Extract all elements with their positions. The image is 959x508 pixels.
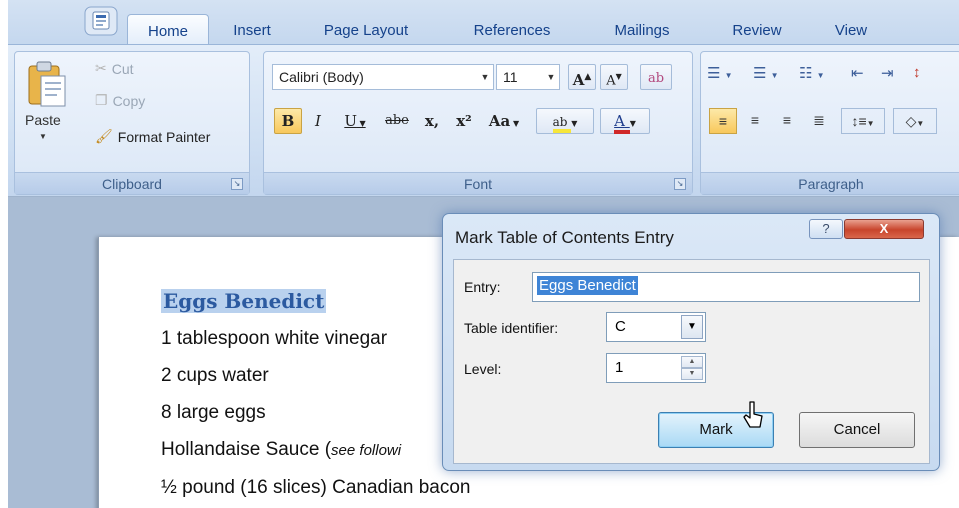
entry-value: Eggs Benedict — [537, 276, 638, 295]
cut-button[interactable]: ✂ Cut — [95, 60, 134, 77]
eraser-icon: ab — [647, 71, 665, 86]
chevron-down-icon: ▼ — [681, 315, 703, 339]
entry-input[interactable]: Eggs Benedict — [532, 272, 920, 302]
table-identifier-select[interactable]: C ▼ — [606, 312, 706, 342]
clipboard-group-label: Clipboard — [15, 172, 249, 194]
recipe-line[interactable]: 1 tablespoon white vinegar — [161, 328, 387, 350]
numbering-button[interactable]: ☰ ▼ — [753, 64, 797, 90]
help-button[interactable]: ? — [809, 219, 843, 239]
recipe-line-text: Hollandaise Sauce ( — [161, 439, 332, 460]
clipboard-icon — [28, 61, 66, 107]
copy-label: Copy — [112, 92, 146, 109]
level-label: Level: — [464, 361, 502, 377]
font-color-button[interactable]: A ▼ — [600, 108, 650, 134]
format-painter-label: Format Painter — [117, 128, 211, 145]
recipe-line[interactable]: 2 cups water — [161, 365, 269, 387]
paragraph-group-label: Paragraph — [701, 172, 959, 194]
font-color-icon: A — [614, 112, 630, 134]
entry-label: Entry: — [464, 279, 501, 295]
recipe-line[interactable]: ½ pound (16 slices) Canadian bacon — [161, 477, 470, 499]
tab-review[interactable]: Review — [723, 14, 791, 44]
spin-up-icon[interactable]: ▲ — [681, 356, 703, 368]
font-group: Calibri (Body) ▼ 11 ▼ A▲ A▼ ab B I U ▼ a… — [263, 51, 693, 195]
superscript-button[interactable]: x² — [450, 108, 478, 134]
scissors-icon: ✂ — [95, 60, 107, 76]
font-name-combo[interactable]: Calibri (Body) ▼ — [272, 64, 494, 90]
shading-button[interactable]: ◇▼ — [893, 108, 937, 134]
decrease-indent-button[interactable]: ⇤ — [851, 64, 877, 90]
table-identifier-label: Table identifier: — [464, 320, 559, 336]
chevron-down-icon: ▼ — [39, 132, 47, 141]
paintbrush-icon: 🖌 — [95, 128, 113, 144]
justify-button[interactable]: ≣ — [805, 108, 833, 134]
font-name-value: Calibri (Body) — [279, 69, 364, 85]
font-size-combo[interactable]: 11 ▼ — [496, 64, 560, 90]
heading-line: Eggs Benedict — [161, 289, 327, 314]
multilevel-list-button[interactable]: ☷ ▼ — [799, 64, 843, 90]
mark-toc-entry-dialog: Mark Table of Contents Entry ? X Entry: … — [442, 213, 940, 471]
align-right-button[interactable]: ≡ — [773, 108, 801, 134]
align-left-button[interactable]: ≡ — [709, 108, 737, 134]
paste-button[interactable]: Paste ▼ — [21, 58, 73, 164]
tab-page-layout[interactable]: Page Layout — [310, 14, 422, 44]
align-center-button[interactable]: ≡ — [741, 108, 769, 134]
recipe-note: see followi — [331, 442, 402, 459]
table-identifier-value: C — [615, 318, 626, 335]
recipe-line[interactable]: 8 large eggs — [161, 402, 266, 424]
level-spinner[interactable]: 1 ▲ ▼ — [606, 353, 706, 383]
cut-label: Cut — [111, 60, 134, 77]
recipe-line[interactable]: Hollandaise Sauce (see followi — [161, 439, 401, 461]
line-spacing-button[interactable]: ↕≡▼ — [841, 108, 885, 134]
bold-button[interactable]: B — [274, 108, 302, 134]
chevron-down-icon: ▼ — [546, 72, 556, 82]
increase-indent-button[interactable]: ⇥ — [881, 64, 907, 90]
clear-formatting-button[interactable]: ab — [640, 64, 672, 90]
tab-insert[interactable]: Insert — [222, 14, 282, 44]
dialog-launcher-icon[interactable]: ↘ — [674, 178, 686, 190]
underline-button[interactable]: U ▼ — [334, 108, 376, 134]
document-heading[interactable]: Eggs Benedict — [161, 289, 327, 313]
tab-view[interactable]: View — [826, 14, 876, 44]
change-case-button[interactable]: Aa ▼ — [482, 108, 526, 134]
font-size-value: 11 — [503, 69, 518, 85]
copy-icon: ❐ — [95, 92, 108, 108]
sort-icon[interactable]: ↕ — [913, 64, 939, 90]
highlight-button[interactable]: ab ▼ — [536, 108, 594, 134]
word-window: Home Insert Page Layout References Maili… — [8, 0, 959, 508]
spin-down-icon[interactable]: ▼ — [681, 368, 703, 380]
format-painter-button[interactable]: 🖌 Format Painter — [95, 128, 210, 145]
ribbon-tab-row: Home Insert Page Layout References Maili… — [8, 0, 959, 46]
office-button-icon[interactable] — [82, 4, 120, 38]
clipboard-group: Paste ▼ ✂ Cut ❐ Copy 🖌 Format Painter Cl… — [14, 51, 250, 195]
italic-button[interactable]: I — [306, 108, 330, 134]
paragraph-group: ☰ ▼ ☰ ▼ ☷ ▼ ⇤ ⇥ ↕ ≡ ≡ ≡ ≣ ↕≡▼ ◇▼ Paragra… — [700, 51, 959, 195]
dialog-launcher-icon[interactable]: ↘ — [231, 178, 243, 190]
dialog-title: Mark Table of Contents Entry — [455, 228, 674, 247]
paste-label: Paste — [25, 112, 61, 128]
dialog-body: Entry: Eggs Benedict Table identifier: C… — [453, 259, 930, 464]
highlighter-icon: ab — [552, 115, 572, 133]
close-button[interactable]: X — [844, 219, 924, 239]
grow-font-button[interactable]: A▲ — [568, 64, 596, 90]
font-group-label: Font — [264, 172, 692, 194]
tab-mailings[interactable]: Mailings — [602, 14, 682, 44]
shrink-font-button[interactable]: A▼ — [600, 64, 628, 90]
chevron-down-icon: ▼ — [480, 72, 490, 82]
mouse-pointer-icon — [743, 401, 763, 428]
cancel-button[interactable]: Cancel — [799, 412, 915, 448]
strikethrough-button[interactable]: abe — [380, 108, 414, 134]
tab-home[interactable]: Home — [127, 14, 209, 44]
ribbon: Paste ▼ ✂ Cut ❐ Copy 🖌 Format Painter Cl… — [8, 44, 959, 196]
tab-references[interactable]: References — [461, 14, 563, 44]
copy-button[interactable]: ❐ Copy — [95, 92, 145, 109]
level-value: 1 — [615, 359, 624, 376]
bullets-button[interactable]: ☰ ▼ — [707, 64, 751, 90]
subscript-button[interactable]: x, — [418, 108, 446, 134]
